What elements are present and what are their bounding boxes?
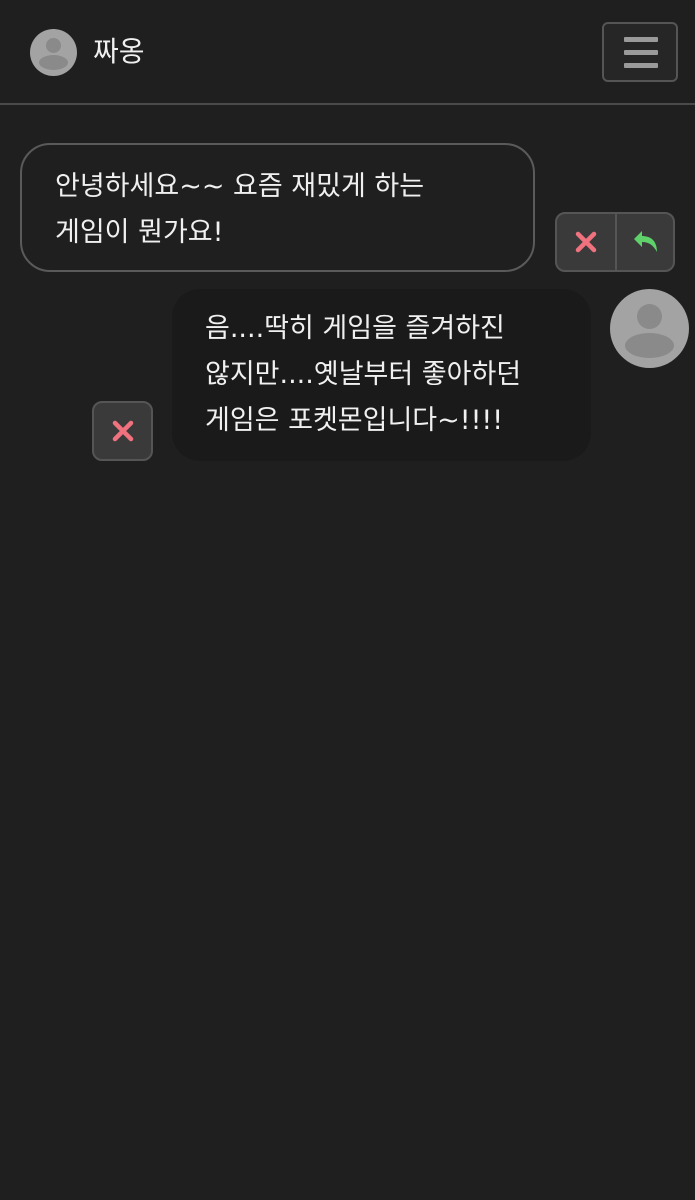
message-actions-incoming xyxy=(555,212,675,272)
header-avatar[interactable] xyxy=(30,29,77,76)
message-avatar[interactable] xyxy=(610,289,689,368)
close-icon xyxy=(112,420,133,442)
user-silhouette-icon xyxy=(637,304,662,329)
reply-arrow-icon xyxy=(634,231,657,252)
hamburger-icon-line xyxy=(624,63,658,68)
hamburger-icon-line xyxy=(624,50,658,55)
avatar-body-shape xyxy=(39,55,68,70)
chat-partner-name: 짜옹 xyxy=(93,35,145,68)
delete-message-button[interactable] xyxy=(557,214,615,270)
menu-button[interactable] xyxy=(602,22,678,82)
delete-message-button[interactable] xyxy=(94,403,151,459)
close-icon xyxy=(575,231,597,253)
avatar-body-shape xyxy=(625,333,674,358)
chat-header: 짜옹 xyxy=(0,0,695,105)
reply-message-button[interactable] xyxy=(617,214,673,270)
message-text: 안녕하세요~~ 요즘 재밌게 하는 게임이 뭔가요! xyxy=(55,171,433,248)
message-bubble-outgoing: 음....딱히 게임을 즐겨하진 않지만....옛날부터 좋아하던 게임은 포켓… xyxy=(172,289,591,461)
hamburger-icon xyxy=(624,37,658,42)
avatar-head-shape xyxy=(46,38,61,53)
message-text: 음....딱히 게임을 즐겨하진 않지만....옛날부터 좋아하던 게임은 포켓… xyxy=(205,313,530,436)
message-actions-outgoing xyxy=(92,401,153,461)
message-bubble-incoming: 안녕하세요~~ 요즘 재밌게 하는 게임이 뭔가요! xyxy=(20,143,535,272)
